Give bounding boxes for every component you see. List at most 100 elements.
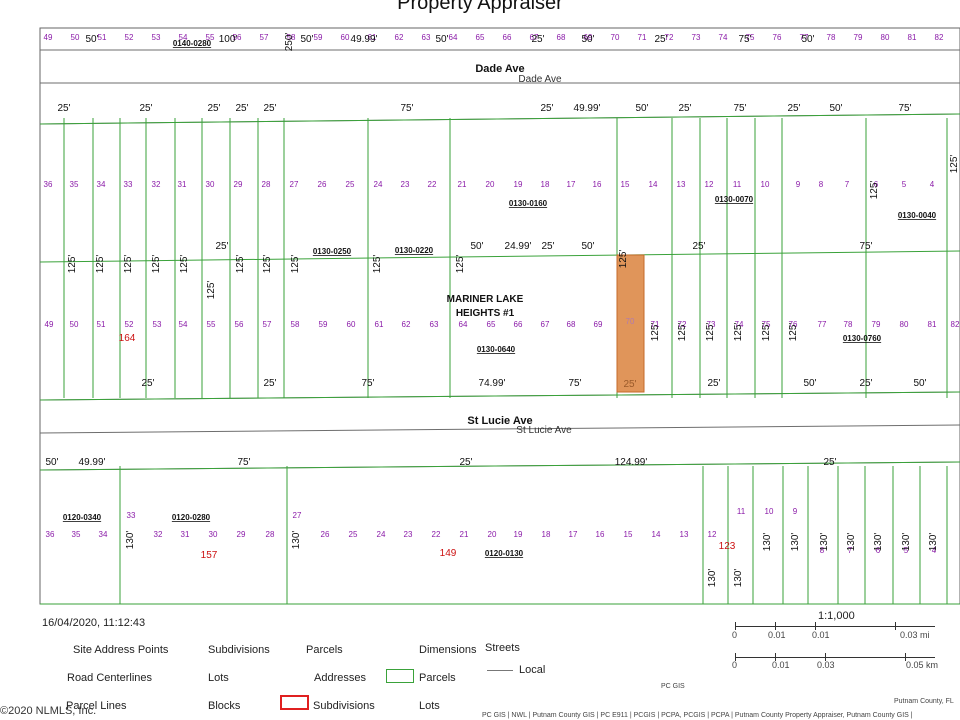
lot-number: 66 bbox=[503, 33, 512, 42]
dimension-label: 75' bbox=[237, 457, 250, 468]
subdivision-name-line2: HEIGHTS #1 bbox=[456, 308, 515, 319]
dimension-label: 130' bbox=[819, 533, 830, 552]
legend-streets: Streets bbox=[485, 642, 520, 654]
lot-number: 22 bbox=[428, 180, 437, 189]
lot-number: 81 bbox=[908, 33, 917, 42]
dimension-label: 130' bbox=[291, 531, 302, 550]
subdivision-name-line1: MARINER LAKE bbox=[447, 294, 524, 305]
lot-number: 18 bbox=[541, 180, 550, 189]
lot-number: 35 bbox=[72, 530, 81, 539]
lot-number: 33 bbox=[127, 511, 136, 520]
lot-number: 58 bbox=[291, 320, 300, 329]
dimension-label: 50' bbox=[435, 34, 448, 45]
lot-number: 16 bbox=[593, 180, 602, 189]
lot-number: 20 bbox=[488, 530, 497, 539]
legend-local: Local bbox=[519, 664, 546, 676]
street-label-dade: Dade Ave bbox=[475, 63, 524, 75]
copyright: ©2020 NLMLS, Inc. bbox=[0, 705, 97, 717]
legend-lots-2: Lots bbox=[419, 700, 440, 712]
lot-number: 21 bbox=[460, 530, 469, 539]
street-centerline-dade: Dade Ave bbox=[518, 74, 562, 85]
dimension-label: 50' bbox=[581, 34, 594, 45]
lot-number: 63 bbox=[430, 320, 439, 329]
legend-local-line bbox=[487, 670, 513, 671]
legend-subdivisions-swatch bbox=[280, 695, 309, 710]
dimension-label: 125' bbox=[123, 255, 134, 274]
lot-number: 78 bbox=[844, 320, 853, 329]
lot-number: 13 bbox=[677, 180, 686, 189]
lot-number: 28 bbox=[266, 530, 275, 539]
lot-number: 9 bbox=[793, 507, 798, 516]
parcel-id: 0140-0280 bbox=[173, 39, 212, 48]
lot-number: 82 bbox=[951, 320, 960, 329]
lot-number: 10 bbox=[765, 507, 774, 516]
parcel-id: 0120-0340 bbox=[63, 513, 102, 522]
lot-number: 19 bbox=[514, 180, 523, 189]
lot-number: 7 bbox=[845, 180, 850, 189]
lot-number: 71 bbox=[638, 33, 647, 42]
dimension-label: 100' bbox=[219, 34, 238, 45]
dimension-label: 50' bbox=[85, 34, 98, 45]
lot-number: 50 bbox=[71, 33, 80, 42]
dimension-label: 75' bbox=[733, 103, 746, 114]
dimension-label: 250' bbox=[284, 33, 295, 52]
legend-parcels-swatch bbox=[386, 669, 414, 683]
dimension-label: 50' bbox=[801, 34, 814, 45]
lot-number: 73 bbox=[692, 33, 701, 42]
lot-number: 65 bbox=[487, 320, 496, 329]
parcel-id: 0130-0760 bbox=[843, 334, 882, 343]
parcel-id: 0120-0130 bbox=[485, 549, 524, 558]
lot-number: 8 bbox=[819, 180, 824, 189]
dimension-label: 125' bbox=[677, 323, 688, 342]
lot-number: 80 bbox=[881, 33, 890, 42]
map-scale: 1:1,000 bbox=[818, 610, 855, 622]
scale-mi-0: 0 bbox=[732, 630, 738, 640]
pc-gis-label: PC GIS bbox=[661, 683, 685, 690]
dimension-label: 25' bbox=[263, 103, 276, 114]
lot-number: 65 bbox=[476, 33, 485, 42]
lot-number: 51 bbox=[98, 33, 107, 42]
map-canvas[interactable]: 7 0 125' 25' Dade Ave Dade Ave St Lucie A… bbox=[0, 0, 960, 720]
lot-number: 67 bbox=[541, 320, 550, 329]
lot-number: 57 bbox=[260, 33, 269, 42]
lot-number: 57 bbox=[263, 320, 272, 329]
lot-number: 27 bbox=[293, 511, 302, 520]
lot-number: 30 bbox=[209, 530, 218, 539]
lot-number: 54 bbox=[179, 320, 188, 329]
dimension-label: 25' bbox=[859, 378, 872, 389]
lot-number: 29 bbox=[237, 530, 246, 539]
scale-km-1: 0.01 bbox=[772, 660, 790, 670]
parcel-id: 0130-0250 bbox=[313, 247, 352, 256]
legend-parcels-2: Parcels bbox=[419, 672, 456, 684]
lot-number: 24 bbox=[377, 530, 386, 539]
lot-number: 59 bbox=[319, 320, 328, 329]
scale-mi-1: 0.01 bbox=[768, 630, 786, 640]
selected-parcel-depth: 125' bbox=[618, 250, 629, 269]
lot-number: 63 bbox=[422, 33, 431, 42]
dimension-label: 125' bbox=[235, 255, 246, 274]
subdivision-id: 164 bbox=[119, 333, 136, 344]
subdivision-id: 123 bbox=[719, 541, 736, 552]
street-centerline-st-lucie: St Lucie Ave bbox=[516, 425, 572, 436]
scale-km-0: 0 bbox=[732, 660, 738, 670]
lot-number: 32 bbox=[152, 180, 161, 189]
dimension-label: 25' bbox=[141, 378, 154, 389]
lot-number: 64 bbox=[459, 320, 468, 329]
subdivision-id: 149 bbox=[440, 548, 457, 559]
dimension-label: 25' bbox=[215, 241, 228, 252]
lot-number: 76 bbox=[773, 33, 782, 42]
dimension-label: 50' bbox=[913, 378, 926, 389]
dimension-label: 25' bbox=[139, 103, 152, 114]
dimension-label: 49.99' bbox=[351, 34, 378, 45]
selected-parcel-width: 25' bbox=[623, 379, 636, 390]
lot-number: 11 bbox=[733, 180, 742, 189]
lot-number: 4 bbox=[930, 180, 935, 189]
dimension-label: 124.99' bbox=[615, 457, 648, 468]
dimension-label: 125' bbox=[262, 255, 273, 274]
lot-number: 49 bbox=[44, 33, 53, 42]
dimension-label: 50' bbox=[803, 378, 816, 389]
dimension-label: 125' bbox=[650, 323, 661, 342]
block-a-lot-lines bbox=[63, 118, 948, 398]
lot-number: 35 bbox=[70, 180, 79, 189]
legend-subdivisions: Subdivisions bbox=[208, 644, 270, 656]
